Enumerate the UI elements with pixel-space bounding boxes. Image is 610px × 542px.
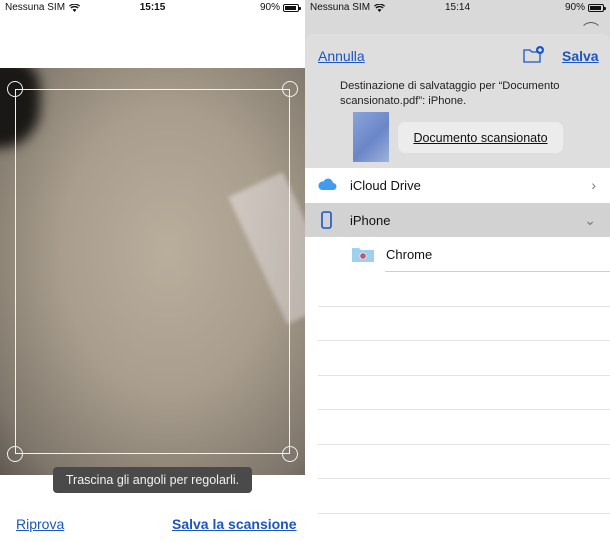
location-row-iphone[interactable]: iPhone ⌄ xyxy=(305,203,610,237)
divider xyxy=(318,478,610,479)
chrome-folder-icon xyxy=(352,248,374,262)
cancel-button[interactable]: Annulla xyxy=(318,48,365,64)
divider xyxy=(318,375,610,376)
crop-handle-top-left[interactable] xyxy=(7,81,23,97)
battery-icon xyxy=(588,3,606,12)
chevron-right-icon: › xyxy=(591,177,596,193)
status-bar: Nessuna SIM 15:14 90% xyxy=(305,0,610,16)
crop-frame[interactable] xyxy=(15,89,290,454)
crop-handle-bottom-right[interactable] xyxy=(282,446,298,462)
divider xyxy=(318,513,610,514)
battery-percent: 90% xyxy=(259,2,280,13)
iphone-icon xyxy=(321,211,332,229)
battery-icon xyxy=(283,3,301,12)
folder-add-icon[interactable] xyxy=(523,46,545,64)
divider xyxy=(318,340,610,341)
divider xyxy=(318,444,610,445)
divider xyxy=(318,409,610,410)
battery-percent: 90% xyxy=(564,2,585,13)
location-label: iCloud Drive xyxy=(350,177,421,193)
save-scan-button[interactable]: Salva la scansione xyxy=(172,516,297,532)
crop-handle-top-right[interactable] xyxy=(282,81,298,97)
divider xyxy=(385,271,610,272)
folder-label: Chrome xyxy=(386,246,433,262)
drag-corners-hint: Trascina gli angoli per regolarli. xyxy=(53,467,252,493)
file-name-field[interactable]: Documento scansionato xyxy=(398,122,563,153)
retake-button[interactable]: Riprova xyxy=(16,516,64,532)
location-list: iCloud Drive › iPhone ⌄ Chrome xyxy=(305,168,610,542)
document-thumbnail xyxy=(353,112,389,162)
icloud-icon xyxy=(318,178,337,190)
chevron-down-icon: ⌄ xyxy=(584,211,596,228)
location-label: iPhone xyxy=(350,212,391,228)
folder-row-chrome[interactable]: Chrome xyxy=(305,237,610,271)
save-sheet-screen: Nessuna SIM 15:14 90% Annulla Salva Dest… xyxy=(305,0,610,542)
camera-preview xyxy=(0,68,305,475)
scanner-screen: Nessuna SIM 15:15 90% Trascina gli angol… xyxy=(0,0,305,542)
save-button[interactable]: Salva xyxy=(562,48,599,64)
status-bar: Nessuna SIM 15:15 90% xyxy=(0,0,305,16)
location-row-icloud-drive[interactable]: iCloud Drive › xyxy=(305,168,610,202)
divider xyxy=(318,306,610,307)
destination-description: Destinazione di salvataggio per “Documen… xyxy=(340,80,560,107)
crop-handle-bottom-left[interactable] xyxy=(7,446,23,462)
